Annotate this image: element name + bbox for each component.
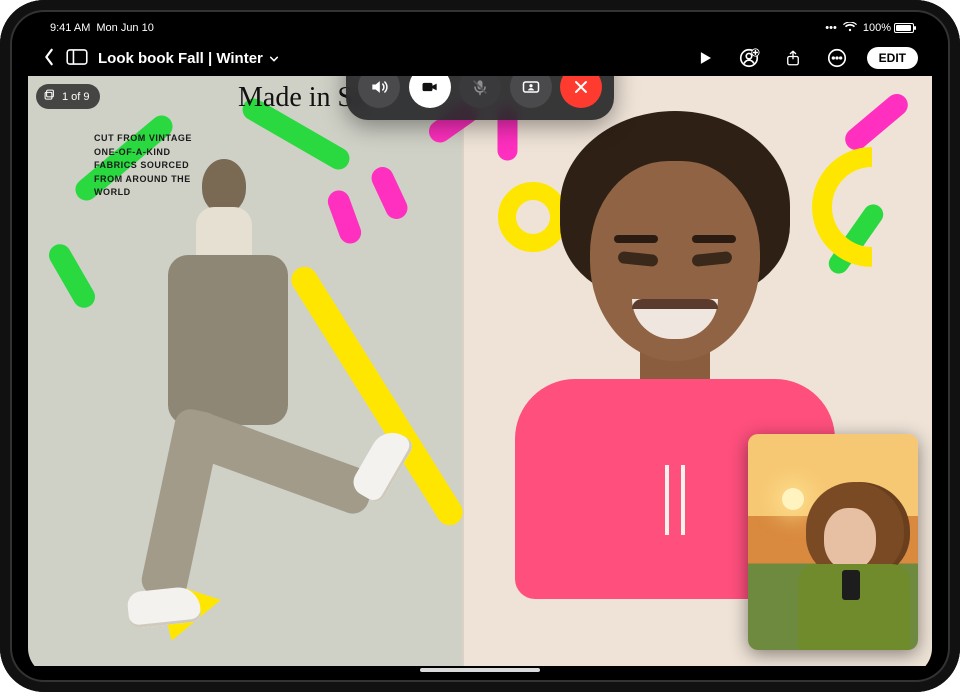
back-button[interactable]	[42, 48, 56, 69]
pip-self-view[interactable]	[748, 434, 918, 650]
ipad-frame: 9:41 AM Mon Jun 10 ••• 100%	[0, 0, 960, 692]
marker-stroke	[368, 164, 411, 223]
battery-indicator: 100%	[863, 22, 914, 34]
status-date: Mon Jun 10	[96, 22, 153, 34]
end-call-button[interactable]	[560, 76, 602, 108]
pip-person	[792, 482, 912, 650]
share-button[interactable]	[779, 44, 807, 72]
document-title: Look book Fall | Winter	[98, 50, 263, 67]
status-bar: 9:41 AM Mon Jun 10 ••• 100%	[28, 16, 932, 40]
marker-stroke	[325, 187, 364, 246]
screen: 9:41 AM Mon Jun 10 ••• 100%	[28, 16, 932, 676]
more-button[interactable]	[823, 44, 851, 72]
home-indicator[interactable]	[420, 668, 540, 672]
facetime-controls-panel[interactable]: Darla Davidson Look book Fall | Winter i	[346, 76, 614, 120]
chevron-down-icon	[269, 50, 279, 67]
battery-percent: 100%	[863, 22, 891, 34]
collaborate-button[interactable]	[735, 44, 763, 72]
share-content-button[interactable]	[510, 76, 552, 108]
audio-route-button[interactable]	[358, 76, 400, 108]
stack-icon	[44, 89, 56, 104]
camera-toggle-button[interactable]	[409, 76, 451, 108]
page-indicator-label: 1 of 9	[62, 91, 90, 103]
edit-button[interactable]: EDIT	[867, 47, 918, 69]
status-ellipsis: •••	[825, 22, 837, 34]
page-indicator-button[interactable]: 1 of 9	[36, 84, 100, 109]
mute-button[interactable]	[459, 76, 501, 108]
document-title-menu[interactable]: Look book Fall | Winter	[98, 50, 279, 67]
photo-left-model	[118, 159, 318, 599]
status-time: 9:41 AM	[50, 22, 90, 34]
sidebar-toggle-button[interactable]	[66, 49, 88, 68]
document-canvas[interactable]: Made in Sa CUT FROM VINTAGE ONE-OF-A-KIN…	[28, 76, 932, 666]
wifi-icon	[843, 22, 857, 35]
page-subcopy: CUT FROM VINTAGE ONE-OF-A-KIND FABRICS S…	[94, 132, 194, 200]
play-button[interactable]	[691, 44, 719, 72]
marker-stroke	[45, 240, 99, 312]
app-toolbar: Look book Fall | Winter	[28, 40, 932, 76]
